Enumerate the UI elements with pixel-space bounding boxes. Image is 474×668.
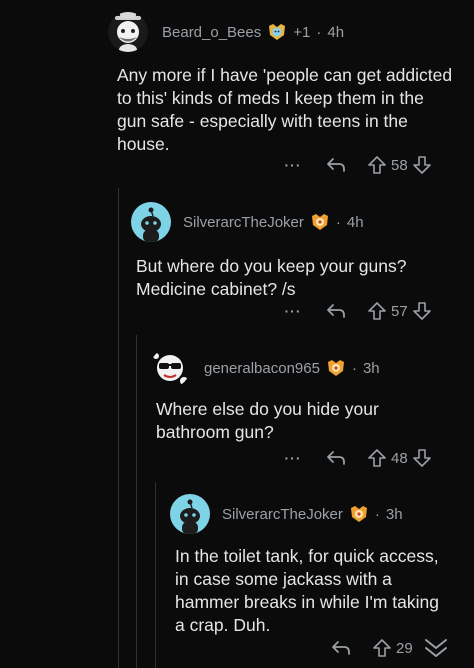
comment-actions: ··· 58 bbox=[283, 155, 432, 175]
downvote-icon[interactable] bbox=[412, 155, 432, 175]
more-options-button[interactable]: ··· bbox=[283, 450, 303, 466]
snoo-default-avatar-icon bbox=[180, 499, 200, 534]
comment-actions: 29 bbox=[330, 636, 449, 660]
separator: · bbox=[374, 505, 380, 523]
downvote-icon[interactable] bbox=[412, 448, 432, 468]
reply-icon[interactable] bbox=[330, 639, 352, 657]
comment-body: In the toilet tank, for quick access, in… bbox=[175, 546, 439, 635]
upvote-icon[interactable] bbox=[367, 448, 387, 468]
username[interactable]: generalbacon965 bbox=[204, 360, 320, 377]
upvote-icon[interactable] bbox=[367, 301, 387, 321]
comment-body: Where else do you hide your bathroom gun… bbox=[156, 399, 379, 442]
upvote-icon[interactable] bbox=[372, 638, 392, 658]
snoo-avatar-icon bbox=[115, 12, 141, 52]
thread-line-level-1[interactable] bbox=[118, 188, 119, 668]
snoo-sunglasses-avatar-icon bbox=[153, 353, 188, 385]
username[interactable]: Beard_o_Bees bbox=[162, 24, 261, 41]
award-icon[interactable] bbox=[267, 23, 287, 41]
timestamp: 3h bbox=[385, 505, 403, 523]
separator: · bbox=[335, 213, 341, 231]
thread-line-level-2[interactable] bbox=[136, 335, 137, 668]
reply-icon[interactable] bbox=[325, 449, 347, 467]
avatar[interactable] bbox=[170, 494, 210, 534]
comment-header: SilverarcTheJoker · 4h bbox=[131, 202, 364, 242]
award-icon[interactable] bbox=[349, 505, 369, 523]
award-count: +1 bbox=[293, 23, 311, 41]
comment-header: generalbacon965 · 3h bbox=[150, 348, 380, 388]
timestamp: 4h bbox=[346, 213, 364, 231]
vote-score: 29 bbox=[396, 639, 413, 657]
comment-body: But where do you keep your guns? Medicin… bbox=[136, 256, 407, 299]
avatar[interactable] bbox=[150, 348, 190, 388]
comment-header: Beard_o_Bees +1 · 4h bbox=[108, 12, 344, 52]
avatar[interactable] bbox=[108, 12, 148, 52]
thread-line-level-3[interactable] bbox=[155, 482, 156, 668]
downvote-icon[interactable] bbox=[412, 301, 432, 321]
award-icon[interactable] bbox=[310, 213, 330, 231]
avatar[interactable] bbox=[131, 202, 171, 242]
username[interactable]: SilverarcTheJoker bbox=[222, 506, 343, 523]
separator: · bbox=[351, 359, 357, 377]
snoo-default-avatar-icon bbox=[141, 207, 161, 242]
more-options-button[interactable]: ··· bbox=[283, 303, 303, 319]
reply-icon[interactable] bbox=[325, 156, 347, 174]
vote-score: 58 bbox=[391, 156, 408, 174]
comment-actions: ··· 57 bbox=[283, 301, 432, 321]
vote-score: 48 bbox=[391, 449, 408, 467]
timestamp: 4h bbox=[327, 23, 345, 41]
upvote-icon[interactable] bbox=[367, 155, 387, 175]
award-icon[interactable] bbox=[326, 359, 346, 377]
comment-actions: ··· 48 bbox=[283, 448, 432, 468]
reply-icon[interactable] bbox=[325, 302, 347, 320]
timestamp: 3h bbox=[362, 359, 380, 377]
scroll-down-chevron-icon[interactable] bbox=[423, 636, 449, 660]
more-options-button[interactable]: ··· bbox=[283, 157, 303, 173]
username[interactable]: SilverarcTheJoker bbox=[183, 214, 304, 231]
comment-header: SilverarcTheJoker · 3h bbox=[170, 494, 403, 534]
comment-body: Any more if I have 'people can get addic… bbox=[117, 65, 453, 154]
vote-score: 57 bbox=[391, 302, 408, 320]
separator: · bbox=[316, 23, 322, 41]
